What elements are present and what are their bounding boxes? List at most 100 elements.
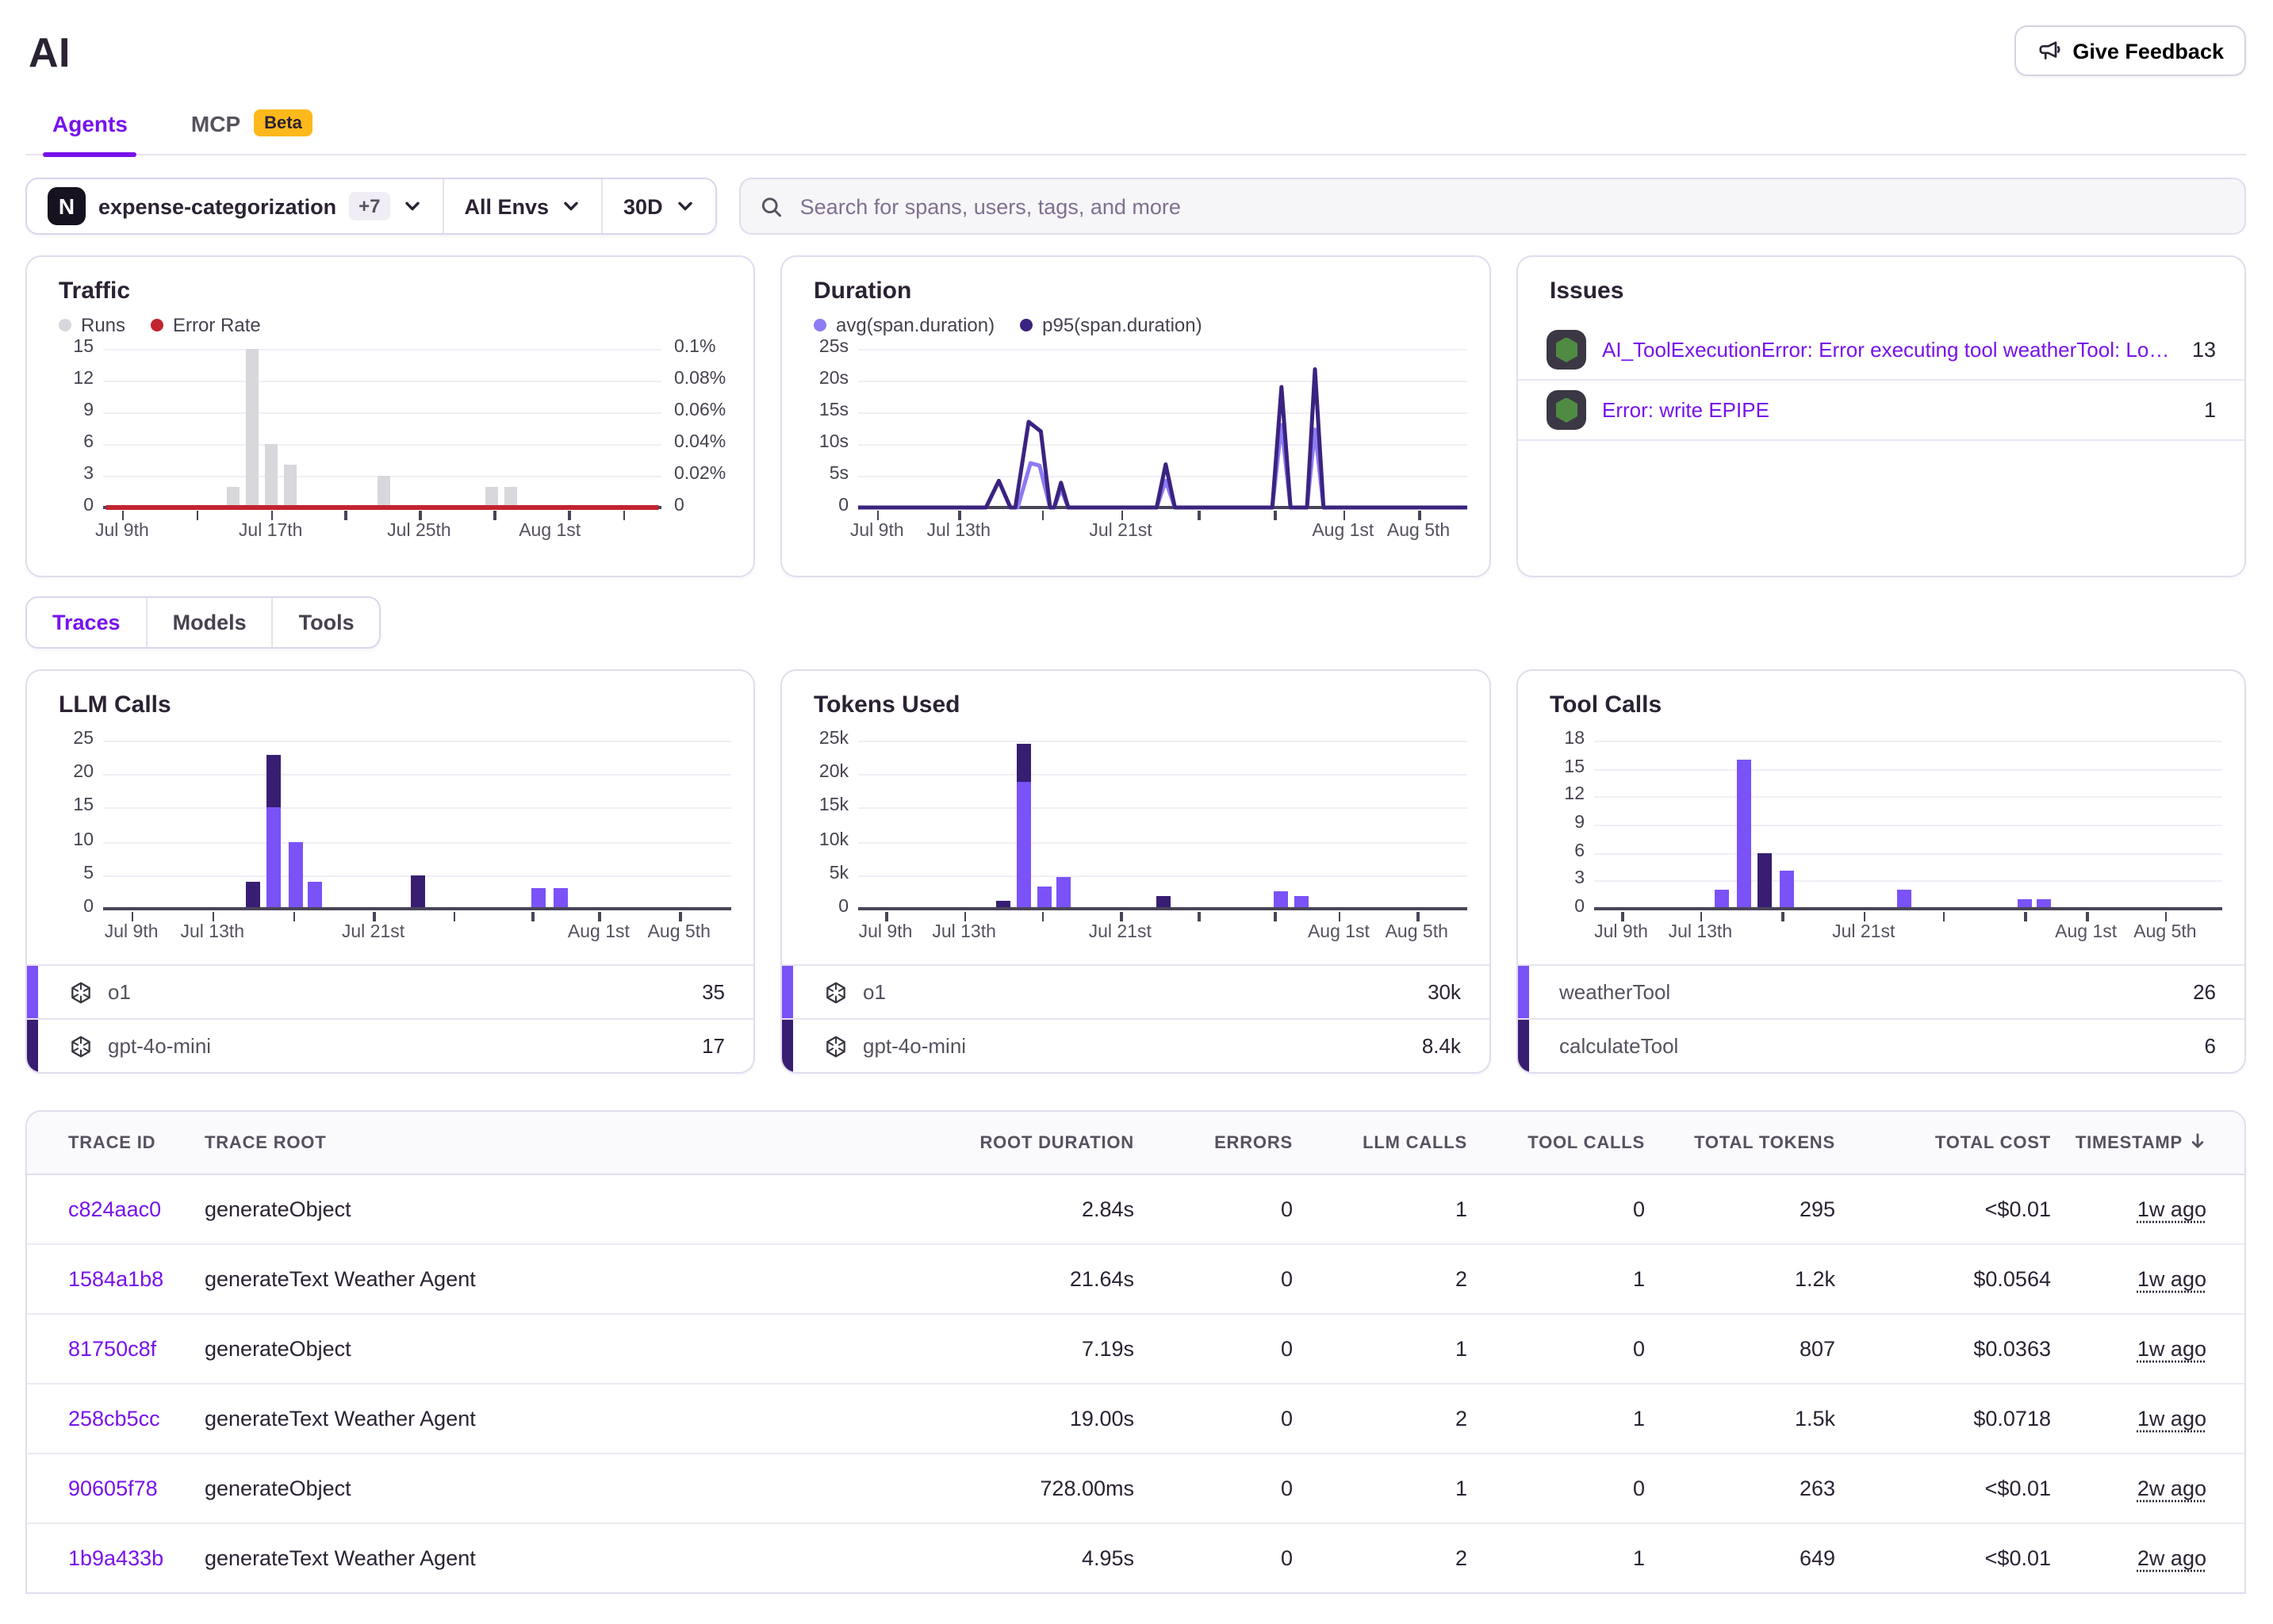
timestamp-value[interactable]: 2w ago [2137,1477,2206,1500]
table-row[interactable]: 1584a1b8generateText Weather Agent21.64s… [27,1245,2244,1315]
cell-total-tokens: 263 [1645,1477,1835,1500]
project-selector[interactable]: N expense-categorization +7 [27,179,442,233]
filter-bar: N expense-categorization +7 All Envs 30D [25,178,2246,235]
cell-trace-id: 1584a1b8 [27,1267,205,1291]
table-row[interactable]: c824aac0generateObject2.84s010295<$0.011… [27,1175,2244,1245]
table-row[interactable]: 1b9a433bgenerateText Weather Agent4.95s0… [27,1524,2244,1592]
avg-legend-label: avg(span.duration) [836,314,995,336]
search-bar[interactable] [739,178,2246,235]
timestamp-value[interactable]: 1w ago [2137,1197,2206,1221]
x-axis-tick [623,511,625,520]
legend-value: 35 [702,980,753,1004]
environment-selector[interactable]: All Envs [442,179,601,233]
overview-cards: Traffic Runs Error Rate 0369121500.02%0.… [25,255,2246,577]
timestamp-value[interactable]: 1w ago [2137,1407,2206,1431]
timestamp-value[interactable]: 1w ago [2137,1267,2206,1291]
llm-calls-title: LLM Calls [59,691,753,718]
x-axis-tick [293,912,295,921]
table-row[interactable]: 90605f78generateObject728.00ms010263<$0.… [27,1454,2244,1524]
metric-cards: LLM Calls 0510152025Jul 9thJul 13thJul 2… [25,669,2246,1074]
filter-group: N expense-categorization +7 All Envs 30D [25,178,717,235]
trace-id-link[interactable]: 258cb5cc [68,1407,205,1431]
trace-id-link[interactable]: 90605f78 [68,1477,205,1500]
x-axis-label: Jul 9th [1594,923,1648,942]
cell-total-cost: <$0.01 [1835,1477,2051,1500]
cell-tool-calls: 1 [1467,1407,1645,1431]
legend-label: o1 [108,980,131,1004]
date-range-selector[interactable]: 30D [601,179,715,233]
chart-bar [1274,892,1288,909]
col-tool-calls[interactable]: TOOL CALLS [1467,1133,1645,1152]
x-axis-label: Aug 5th [648,923,711,942]
timestamp-value[interactable]: 2w ago [2137,1546,2206,1570]
timestamp-value[interactable]: 1w ago [2137,1337,2206,1361]
x-axis-tick [1120,912,1122,921]
x-axis-label: Jul 13th [181,923,245,942]
y-axis-label: 0 [785,496,849,515]
tab-tools[interactable]: Tools [272,598,380,647]
x-axis-tick [959,511,961,520]
issue-link[interactable]: Error: write EPIPE [1602,398,2188,422]
table-row[interactable]: 81750c8fgenerateObject7.19s010807$0.0363… [27,1315,2244,1385]
cell-total-tokens: 807 [1645,1337,1835,1361]
legend-color-strip [782,1020,793,1072]
duration-card: Duration avg(span.duration) p95(span.dur… [780,255,1491,577]
traffic-title: Traffic [59,278,753,304]
tab-agents[interactable]: Agents [49,102,131,154]
tab-models[interactable]: Models [146,598,272,647]
table-row[interactable]: 258cb5ccgenerateText Weather Agent19.00s… [27,1385,2244,1454]
col-errors[interactable]: ERRORS [1134,1133,1293,1152]
legend-row: weatherTool26 [1518,964,2244,1018]
x-axis-tick [1419,511,1421,520]
tokens-used-totals: o130kgpt-4o-mini8.4k [782,964,1489,1072]
trace-id-link[interactable]: 1584a1b8 [68,1267,205,1291]
cell-trace-id: c824aac0 [27,1197,205,1221]
cell-timestamp: 1w ago [2051,1267,2244,1291]
legend-label: weatherTool [1559,980,1670,1004]
trace-id-link[interactable]: 1b9a433b [68,1546,205,1570]
col-trace-id[interactable]: TRACE ID [27,1133,205,1152]
x-axis-tick [2086,912,2088,921]
megaphone-icon [2036,38,2061,63]
avg-legend-dot [814,319,826,331]
give-feedback-button[interactable]: Give Feedback [2014,25,2246,76]
tokens-used-title: Tokens Used [814,691,1489,718]
project-extra-count: +7 [349,192,389,220]
trace-id-link[interactable]: c824aac0 [68,1197,205,1221]
legend-label: gpt-4o-mini [863,1034,966,1058]
x-axis-tick [270,511,273,520]
x-axis-tick [1343,511,1345,520]
chart-bar [1736,760,1750,909]
page-header: AI Give Feedback [25,25,2246,78]
tab-mcp[interactable]: MCP Beta [188,100,316,154]
legend-row: calculateTool6 [1518,1018,2244,1072]
llm-calls-card: LLM Calls 0510152025Jul 9thJul 13thJul 2… [25,669,755,1074]
col-total-tokens[interactable]: TOTAL TOKENS [1645,1133,1835,1152]
openai-icon [823,1033,849,1059]
llm-calls-plot [103,741,731,909]
chart-bar [532,889,546,909]
cell-errors: 0 [1134,1267,1293,1291]
search-input[interactable] [797,193,2225,220]
x-axis-tick [1121,511,1123,520]
issue-row: AI_ToolExecutionError: Error executing t… [1518,320,2244,381]
col-trace-root[interactable]: TRACE ROOT [205,1133,864,1152]
cell-tool-calls: 1 [1467,1267,1645,1291]
col-total-cost[interactable]: TOTAL COST [1835,1133,2051,1152]
col-root-duration[interactable]: ROOT DURATION [864,1133,1134,1152]
y-axis-label: 20k [785,763,849,782]
legend-value: 8.4k [1422,1034,1489,1058]
col-timestamp[interactable]: TIMESTAMP [2051,1132,2244,1153]
tokens-used-card: Tokens Used 05k10k15k20k25kJul 9thJul 13… [780,669,1491,1074]
x-axis-label: Aug 1st [519,522,581,541]
x-axis-tick [454,912,456,921]
x-axis-label: Aug 1st [2055,923,2117,942]
tab-traces[interactable]: Traces [27,598,146,647]
trace-id-link[interactable]: 81750c8f [68,1337,205,1361]
gridline [1594,768,2222,770]
legend-color-strip [1518,966,1529,1018]
col-llm-calls[interactable]: LLM CALLS [1293,1133,1467,1152]
issue-link[interactable]: AI_ToolExecutionError: Error executing t… [1602,338,2176,362]
cell-trace-root: generateText Weather Agent [205,1267,864,1291]
y-axis-label: 18 [1521,730,1585,749]
